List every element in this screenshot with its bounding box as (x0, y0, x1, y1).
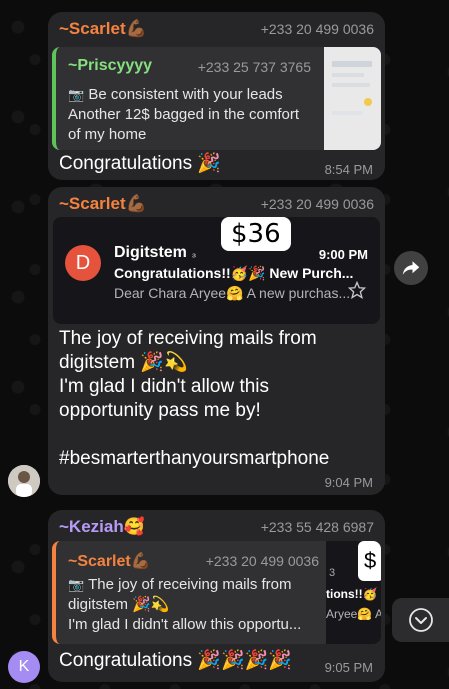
avatar-letter: K (18, 658, 30, 675)
reply-line-3: of my home (68, 126, 147, 143)
reply-sender-phone: +233 20 499 0036 (205, 553, 319, 569)
sender-avatar[interactable] (8, 465, 40, 497)
thumbnail-image (332, 61, 372, 115)
sender-name[interactable]: ~Keziah🥰 (59, 517, 145, 537)
message-line: digitstem 🎉💫 (59, 352, 188, 373)
reply-line-1-row: 📷 Be consistent with your leads (68, 85, 283, 105)
quoted-reply[interactable]: ~Scarlet💪🏾 +233 20 499 0036 📷 The joy of… (52, 541, 381, 644)
camera-icon: 📷 (68, 577, 85, 592)
thumb-price-tag: $ (358, 541, 381, 581)
forward-button[interactable] (394, 251, 428, 285)
email-subject: Congratulations!!🥳🎉 New Purch... (114, 265, 354, 281)
message-time: 9:04 PM (324, 475, 373, 490)
thumb-text-1: 3 (329, 567, 336, 579)
reply-sender-phone: +233 25 737 3765 (197, 59, 311, 75)
sender-phone: +233 20 499 0036 (260, 21, 374, 37)
reply-line-2: digitstem 🎉💫 (68, 596, 170, 613)
message-text: Congratulations 🎉 (59, 153, 222, 174)
reply-thumbnail (324, 47, 381, 150)
reply-thumbnail: 3 tions!!🥳 Aryee🤗 A $ (326, 541, 381, 644)
reply-sender-name: ~Priscyyyy (68, 57, 153, 74)
message-bubble[interactable]: ~Scarlet💪🏾 +233 20 499 0036 D Digitstem … (48, 187, 385, 495)
message-time: 8:54 PM (324, 162, 373, 177)
scroll-down-button[interactable] (392, 598, 449, 642)
forward-icon (402, 261, 420, 275)
star-icon (348, 281, 366, 299)
message-bubble[interactable]: ~Keziah🥰 +233 55 428 6987 ~Scarlet💪🏾 +23… (48, 510, 385, 682)
price-tag: $36 (221, 217, 291, 251)
email-screenshot[interactable]: D Digitstem ₃ 9:00 PM Congratulations!!🥳… (53, 217, 380, 324)
sender-phone: +233 55 428 6987 (260, 519, 374, 535)
sender-avatar-k[interactable]: K (8, 651, 40, 683)
message-text: Congratulations 🎉🎉🎉🎉 (59, 650, 292, 671)
quoted-reply[interactable]: ~Priscyyyy +233 25 737 3765 📷 Be consist… (52, 47, 381, 150)
reply-line-2: Another 12$ bagged in the comfort (68, 106, 299, 123)
email-sender-avatar: D (65, 245, 101, 281)
message-bubble[interactable]: ~Scarlet💪🏾 +233 20 499 0036 ~Priscyyyy +… (48, 12, 385, 180)
message-time: 9:05 PM (324, 660, 373, 675)
message-line: The joy of receiving mails from (59, 328, 317, 349)
email-preview: Dear Chara Aryee🤗 A new purchas... (114, 285, 351, 301)
email-from-name: Digitstem (114, 244, 187, 261)
thumb-text-2: tions!!🥳 (326, 587, 378, 601)
reply-sender-name: ~Scarlet💪🏾 (68, 553, 151, 570)
sender-name[interactable]: ~Scarlet💪🏾 (59, 194, 147, 214)
camera-icon: 📷 (68, 87, 85, 102)
reply-line-1: The joy of receiving mails from (88, 576, 292, 593)
reply-line-1: Be consistent with your leads (88, 86, 283, 103)
email-from: Digitstem ₃ (114, 244, 196, 262)
reply-line-1-row: 📷 The joy of receiving mails from (68, 575, 292, 595)
avatar-photo (8, 465, 40, 497)
email-time: 9:00 PM (318, 247, 368, 262)
reply-line-3: I'm glad I didn't allow this opportu... (68, 616, 302, 633)
sender-phone: +233 20 499 0036 (260, 196, 374, 212)
message-line: I'm glad I didn't allow this (59, 376, 270, 397)
message-line: opportunity pass me by! (59, 400, 261, 421)
email-badge-icon: ₃ (191, 248, 197, 260)
chevron-down-icon (408, 608, 433, 632)
sender-name[interactable]: ~Scarlet💪🏾 (59, 19, 147, 39)
message-hashtag[interactable]: #besmarterthanyoursmartphone (59, 447, 329, 471)
thumb-text-3: Aryee🤗 A (326, 607, 381, 621)
